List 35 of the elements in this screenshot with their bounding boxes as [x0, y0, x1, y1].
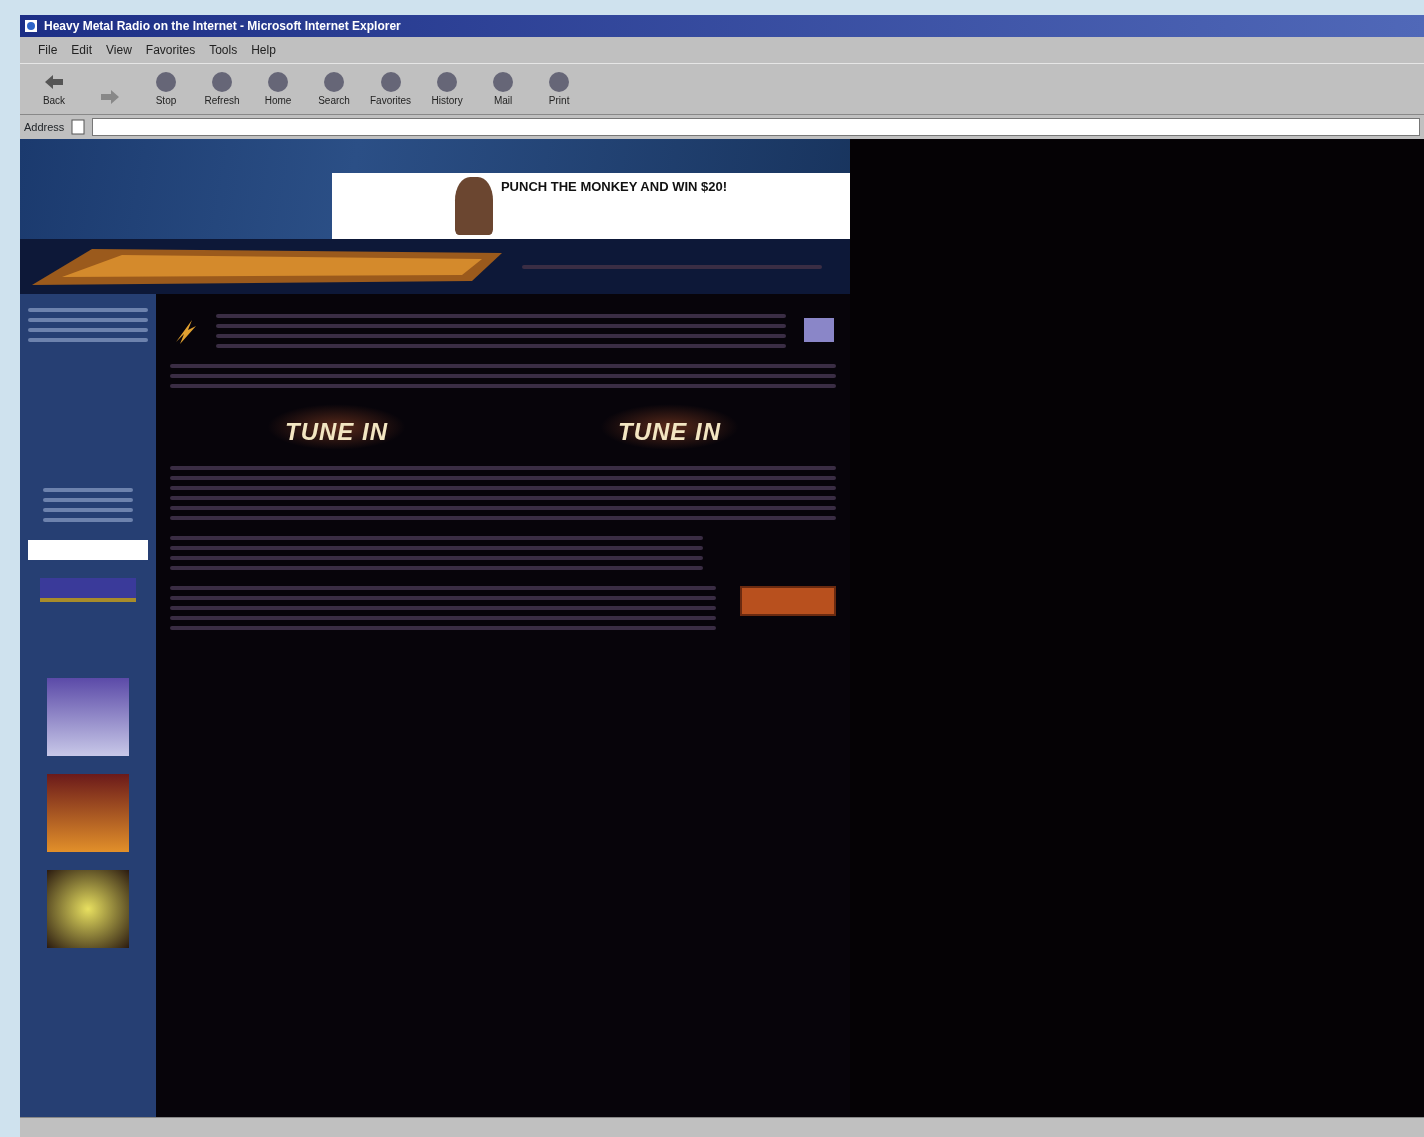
- page-icon: [70, 119, 87, 135]
- address-field[interactable]: [92, 118, 1420, 136]
- menu-item[interactable]: Help: [251, 41, 276, 59]
- submit-button[interactable]: [40, 578, 136, 602]
- menu-item[interactable]: Tools: [209, 41, 238, 59]
- toolbar-button[interactable]: Refresh: [202, 71, 242, 108]
- circle-icon: [379, 71, 402, 93]
- text-field[interactable]: [28, 540, 148, 560]
- circle-icon: [323, 71, 345, 93]
- window-title: Heavy Metal Radio on the Internet - Microsoft Internet Explorer: [44, 18, 401, 35]
- menu-item[interactable]: View: [106, 41, 132, 59]
- tune-in-logo[interactable]: TUNE IN: [600, 404, 739, 450]
- toolbar-button[interactable]: Mail: [483, 71, 524, 108]
- toolbar-button[interactable]: History: [427, 71, 468, 108]
- toolbar-button[interactable]: Stop: [146, 71, 186, 108]
- circle-icon: [548, 71, 571, 93]
- circle-icon: [436, 71, 459, 93]
- toolbar-button[interactable]: Print: [539, 71, 580, 108]
- toolbar-button[interactable]: Favorites: [370, 71, 412, 108]
- banner-ad[interactable]: PUNCH THE MONKEY AND WIN $20!: [332, 173, 850, 239]
- circle-icon: [267, 71, 289, 93]
- photo-placeholder: [454, 177, 493, 235]
- menu-item[interactable]: Edit: [71, 41, 93, 59]
- circle-icon: [492, 71, 515, 93]
- ad-text: PUNCH THE MONKEY AND WIN $20!: [500, 178, 728, 196]
- toolbar-button[interactable]: Home: [258, 71, 298, 108]
- toolbar-button[interactable]: Search: [314, 71, 354, 108]
- menu-item[interactable]: Favorites: [145, 41, 196, 59]
- circle-icon: [211, 71, 233, 93]
- menu-item[interactable]: File: [38, 41, 58, 59]
- circle-icon: [155, 71, 177, 93]
- browser-icon: [24, 19, 38, 33]
- toolbar-button[interactable]: Back: [34, 71, 74, 108]
- ad-banner[interactable]: [740, 586, 836, 616]
- address-label: Address: [24, 119, 65, 135]
